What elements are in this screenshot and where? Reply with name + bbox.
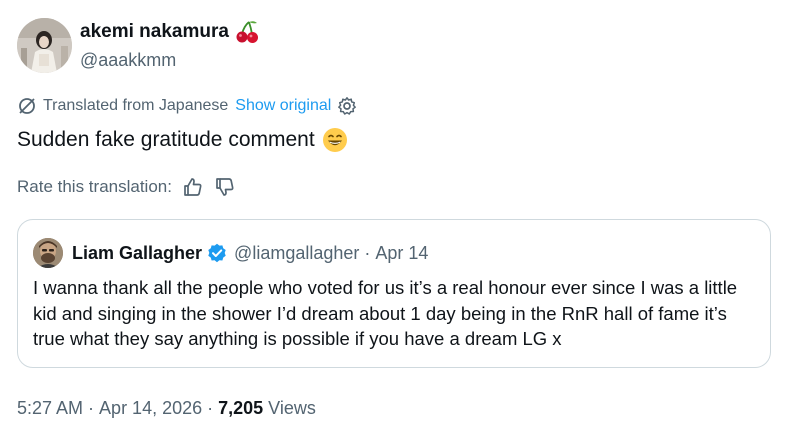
author-display-name[interactable]: akemi nakamura (80, 20, 260, 44)
quoted-separator: · (364, 243, 371, 263)
quoted-tweet-text: I wanna thank all the people who voted f… (33, 277, 738, 349)
gear-icon[interactable] (337, 96, 357, 116)
meta-separator-1: · (88, 398, 95, 418)
tweet-date[interactable]: Apr 14, 2026 (99, 396, 202, 420)
translation-notice: Translated from Japanese Show original (17, 95, 357, 117)
quoted-tweet-card[interactable]: Liam Gallagher @liamgallagher · Apr 14 I… (17, 219, 771, 368)
tweet-time[interactable]: 5:27 AM (17, 396, 83, 420)
views-label: Views (268, 398, 316, 418)
translate-slash-icon (17, 96, 37, 116)
quoted-tweet-header: Liam Gallagher @liamgallagher · Apr 14 (72, 241, 428, 265)
tweet-text: Sudden fake gratitude comment (17, 126, 348, 154)
tweet-body: Sudden fake gratitude comment (17, 128, 315, 151)
tweet: akemi nakamura @aaakkmm Translated from … (0, 0, 795, 443)
author-avatar[interactable] (17, 18, 72, 73)
quoted-author-avatar[interactable] (33, 238, 63, 268)
cherry-emoji-icon (234, 20, 260, 44)
show-original-link[interactable]: Show original (235, 95, 331, 117)
quoted-date[interactable]: Apr 14 (375, 241, 428, 265)
meta-separator-2: · (207, 398, 214, 418)
verified-badge-icon (207, 243, 227, 263)
translation-label: Translated from Japanese (43, 97, 229, 114)
tweet-metadata: 5:27 AM · Apr 14, 2026 · 7,205 Views (17, 396, 316, 420)
quoted-author-name[interactable]: Liam Gallagher (72, 241, 202, 265)
views-count: 7,205 (218, 398, 264, 418)
grinning-emoji-icon (322, 127, 348, 153)
author-handle[interactable]: @aaakkmm (80, 48, 176, 72)
thumbs-up-icon[interactable] (182, 176, 204, 198)
quoted-author-handle[interactable]: @liamgallagher (234, 241, 359, 265)
rate-translation: Rate this translation: (17, 175, 236, 199)
thumbs-down-icon[interactable] (214, 176, 236, 198)
rate-translation-label: Rate this translation: (17, 177, 172, 196)
author-name-text[interactable]: akemi nakamura (80, 20, 229, 44)
